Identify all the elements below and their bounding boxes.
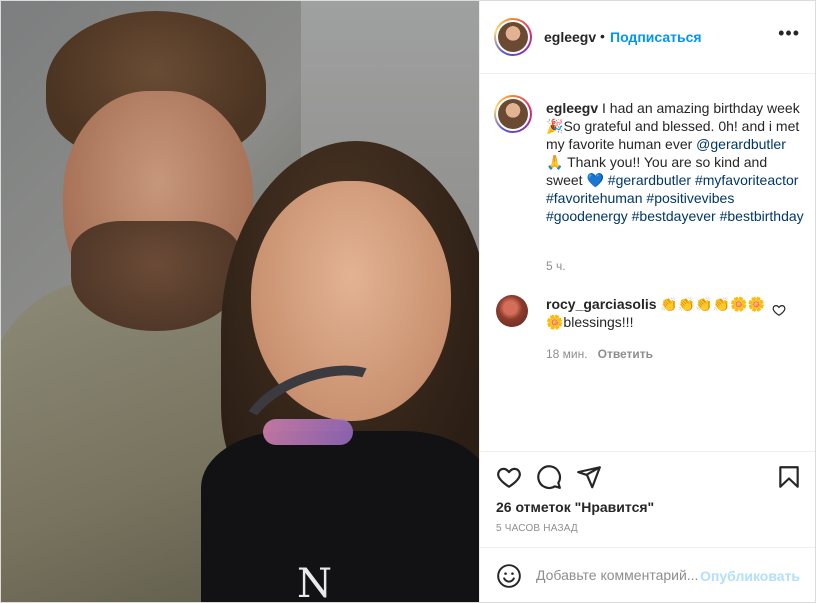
hashtag-link[interactable]: #favoritehuman (546, 190, 643, 206)
pray-emoji: 🙏 (546, 154, 568, 170)
comment-time[interactable]: 18 мин. (546, 347, 588, 361)
caption-text-part: I had an amazing birthday week (598, 100, 800, 116)
comment-input[interactable] (536, 564, 706, 586)
comment-composer: Опубликовать (480, 547, 815, 602)
caption-text: egleegv I had an amazing birthday week 🎉… (546, 99, 804, 225)
post-sidebar: egleegv • Подписаться ••• egleegv I had … (479, 1, 815, 602)
separator-dot: • (600, 28, 605, 44)
blue-heart-emoji: 💙 (586, 172, 604, 188)
photo-headphones-pink (263, 419, 353, 445)
comment-text: rocy_garciasolis 👏👏👏👏🌼🌼🌼blessings!!! (546, 295, 766, 331)
likes-count[interactable]: 26 отметок "Нравится" (496, 499, 654, 515)
caption-avatar[interactable] (494, 95, 532, 133)
bookmark-icon[interactable] (776, 464, 802, 490)
hashtag-link[interactable]: #myfavoriteactor (695, 172, 798, 188)
commenter-avatar[interactable] (496, 295, 528, 327)
party-emoji: 🎉 (546, 118, 564, 134)
avatar-inner-ring (496, 97, 530, 131)
photo-woman-top (201, 431, 479, 602)
comment-meta: 18 мин. Ответить (546, 347, 653, 361)
caption-time[interactable]: 5 ч. (546, 259, 566, 273)
photo-man-beard (71, 221, 241, 331)
hashtag-link[interactable]: #bestdayever (632, 208, 716, 224)
smiley-icon[interactable] (496, 563, 522, 589)
hashtag-link[interactable]: #goodenergy (546, 208, 628, 224)
caption-username[interactable]: egleegv (546, 100, 598, 116)
heart-outline-icon[interactable] (496, 464, 522, 490)
post-timestamp[interactable]: 5 часов назад (496, 523, 578, 534)
paper-plane-icon[interactable] (576, 464, 602, 490)
comment-like-icon[interactable] (772, 303, 786, 317)
post-header: egleegv • Подписаться ••• (480, 1, 815, 74)
publish-button[interactable]: Опубликовать (700, 568, 800, 584)
hashtag-link[interactable]: #gerardbutler (608, 172, 691, 188)
photo-shirt-print: N (297, 561, 334, 602)
avatar-image (498, 22, 528, 52)
commenter-username[interactable]: rocy_garciasolis (546, 296, 657, 312)
speech-bubble-icon[interactable] (536, 464, 562, 490)
mention-link[interactable]: @gerardbutler (696, 136, 786, 152)
avatar-image (498, 99, 528, 129)
hashtag-link[interactable]: #positivevibes (646, 190, 734, 206)
author-avatar[interactable] (494, 18, 532, 56)
reply-button[interactable]: Ответить (598, 347, 653, 361)
author-username[interactable]: egleegv (544, 29, 596, 45)
post-modal: N egleegv • Подписаться ••• egleegv I ha… (0, 0, 816, 603)
more-options-icon[interactable]: ••• (778, 23, 800, 44)
follow-button[interactable]: Подписаться (610, 29, 702, 45)
avatar-inner-ring (496, 20, 530, 54)
post-photo[interactable]: N (1, 1, 479, 602)
hashtag-link[interactable]: #bestbirthday (720, 208, 804, 224)
action-bar (480, 451, 815, 500)
